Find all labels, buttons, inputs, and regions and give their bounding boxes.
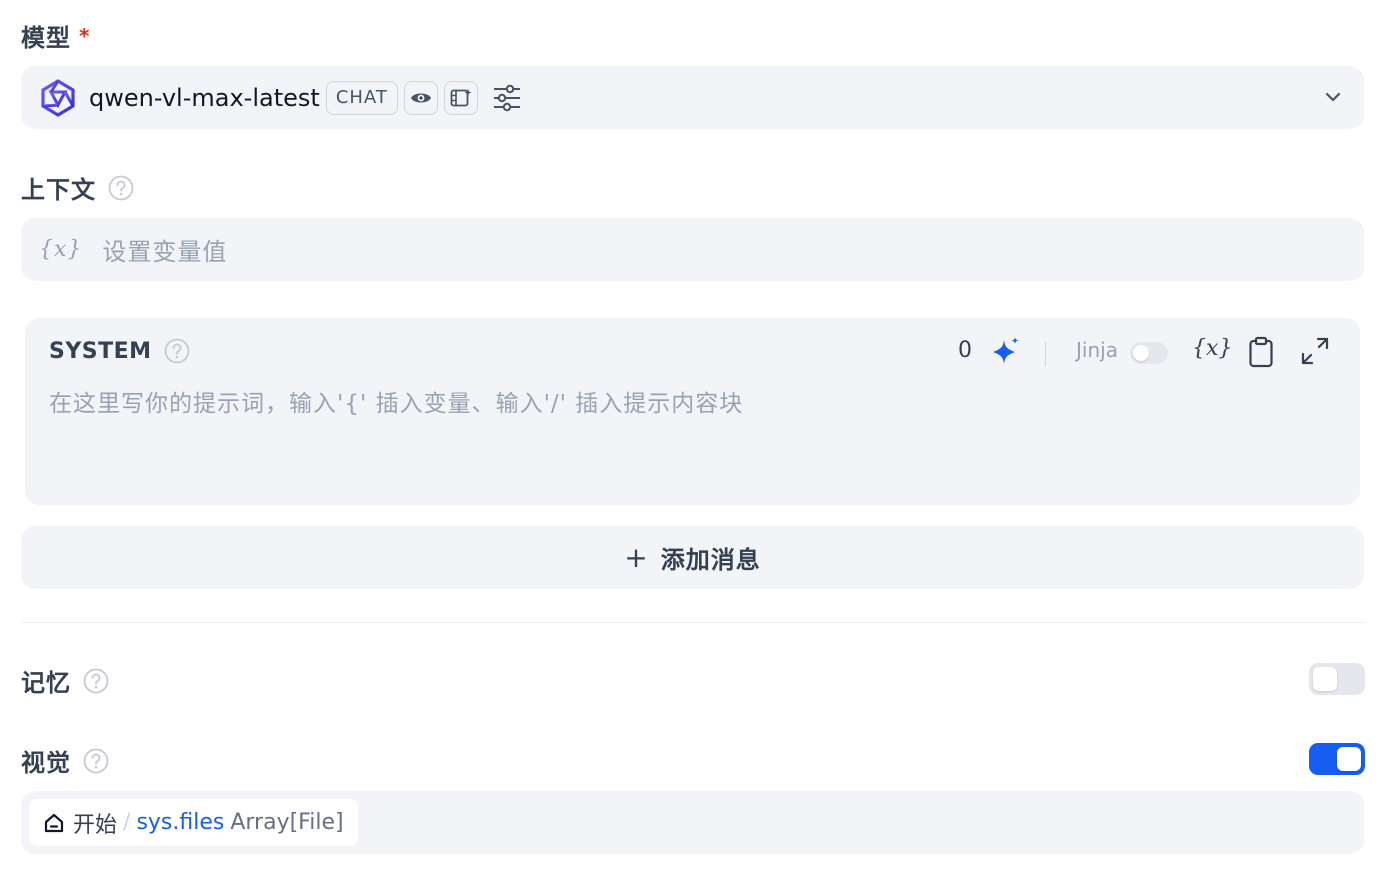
ai-generate-sparkle-icon[interactable]: [990, 336, 1022, 372]
context-section-label: 上下文: [21, 170, 134, 205]
variable-icon: {x}: [39, 237, 83, 262]
context-label: 上下文: [21, 176, 96, 204]
variable-path-separator: /: [123, 810, 131, 835]
model-name: qwen-vl-max-latest: [89, 83, 320, 112]
clipboard-icon[interactable]: [1248, 336, 1274, 372]
section-divider: [21, 622, 1364, 623]
model-section-label: 模型 *: [21, 18, 90, 53]
llm-node-settings-panel: 模型 * qwen-vl-max-latest CHAT 上下文 {x} 设置变…: [0, 0, 1382, 874]
jinja-label: Jinja: [1076, 338, 1118, 362]
variable-chip[interactable]: 开始 / sys.files Array[File]: [29, 799, 358, 846]
toolbar-divider: [1045, 342, 1046, 366]
memory-section-label: 记忆: [21, 663, 109, 698]
toggle-knob: [1133, 345, 1149, 361]
help-icon[interactable]: [83, 748, 109, 774]
help-icon[interactable]: [83, 668, 109, 694]
memory-label: 记忆: [21, 669, 71, 697]
required-mark: *: [79, 23, 91, 48]
system-prompt-editor[interactable]: SYSTEM 在这里写你的提示词，输入'{' 插入变量、输入'/' 插入提示内容…: [25, 318, 1360, 505]
insert-variable-button[interactable]: {x}: [1192, 336, 1232, 361]
help-icon[interactable]: [164, 338, 190, 364]
home-icon: [43, 812, 65, 834]
context-placeholder: 设置变量值: [102, 238, 228, 266]
system-role-title: SYSTEM: [49, 338, 190, 364]
vision-variable-field[interactable]: 开始 / sys.files Array[File]: [21, 791, 1364, 854]
add-message-label: 添加消息: [660, 546, 761, 574]
jinja-toggle[interactable]: [1130, 342, 1168, 364]
plus-icon: +: [624, 541, 649, 574]
token-count: 0: [958, 338, 972, 363]
system-prompt-placeholder[interactable]: 在这里写你的提示词，输入'{' 插入变量、输入'/' 插入提示内容块: [49, 384, 743, 418]
context-variable-selector[interactable]: {x} 设置变量值: [21, 218, 1364, 281]
vision-section-label: 视觉: [21, 743, 109, 778]
variable-type: Array[File]: [230, 810, 344, 835]
qwen-logo-icon: [39, 78, 77, 117]
vision-toggle[interactable]: [1309, 743, 1365, 775]
variable-name: sys.files: [136, 810, 225, 835]
toggle-knob: [1337, 747, 1361, 771]
help-icon[interactable]: [108, 175, 134, 201]
expand-icon[interactable]: [1300, 336, 1330, 370]
eye-icon: [403, 80, 438, 115]
mode-badge: CHAT: [325, 80, 398, 115]
system-prompt-toolbar: 0 Jinja {x}: [940, 336, 1360, 370]
chevron-down-icon: [1324, 88, 1342, 106]
add-message-button[interactable]: + 添加消息: [21, 526, 1364, 589]
memory-toggle[interactable]: [1309, 663, 1365, 695]
toggle-knob: [1313, 667, 1337, 691]
video-icon: [443, 80, 478, 115]
system-role-label: SYSTEM: [49, 338, 152, 364]
parameter-settings-icon[interactable]: [492, 84, 522, 112]
vision-label: 视觉: [21, 749, 71, 777]
model-selector[interactable]: qwen-vl-max-latest CHAT: [21, 66, 1364, 129]
model-label: 模型: [21, 24, 71, 52]
variable-node-name: 开始: [73, 812, 118, 838]
